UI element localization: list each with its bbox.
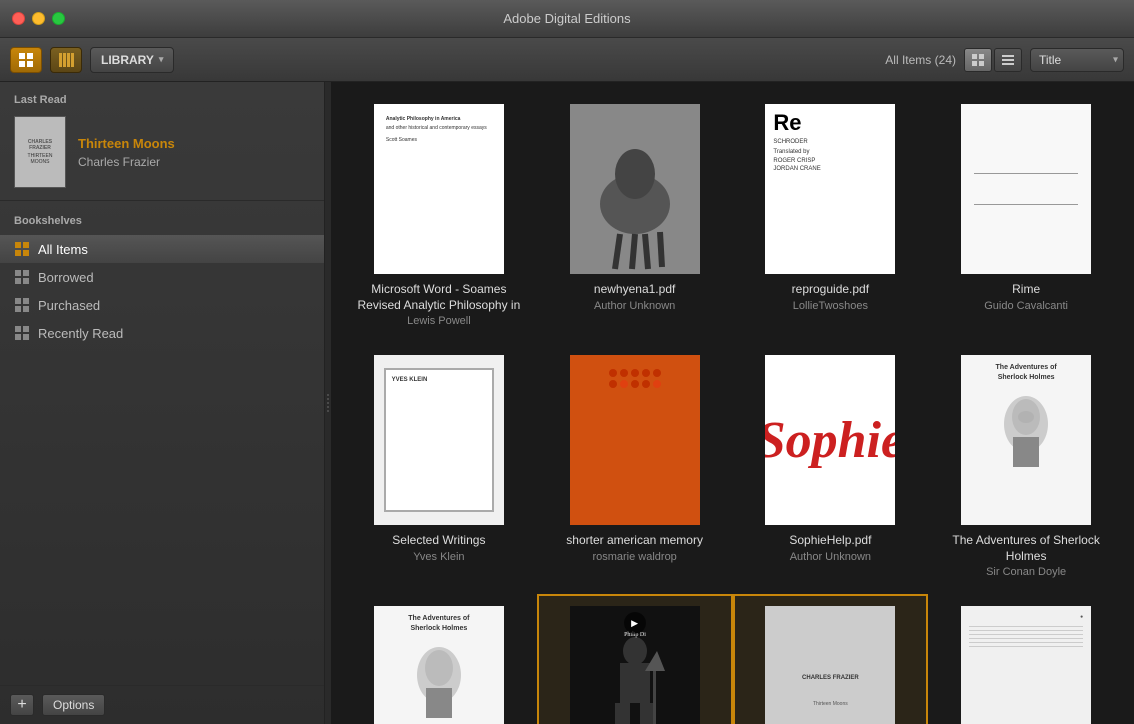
purchased-label: Purchased (38, 298, 100, 313)
book-cover (570, 104, 700, 274)
title-bar: Adobe Digital Editions (0, 0, 1134, 38)
book-cover: Re SCHRODER Translated by ROGER CRISP JO… (765, 104, 895, 274)
book-author: Yves Klein (413, 551, 464, 563)
book-author: Guido Cavalcanti (984, 300, 1068, 312)
list-icon (1001, 53, 1015, 67)
bookshelves-title: Bookshelves (0, 211, 324, 235)
sort-select[interactable]: Title Author Date Added Date Read (1030, 48, 1124, 72)
add-button[interactable]: + (10, 694, 34, 716)
library-button[interactable]: LIBRARY ▾ (90, 47, 174, 73)
last-read-title: Last Read (14, 94, 310, 106)
book-cover: The Adventures of Sherlock Holmes (961, 355, 1091, 525)
book-item[interactable]: newhyena1.pdf Author Unknown (537, 92, 733, 343)
sidebar-item-borrowed[interactable]: Borrowed (0, 263, 324, 291)
book-cover: The Adventures of Sherlock Holmes (374, 606, 504, 724)
recently-read-icon (14, 325, 30, 341)
resize-dot (327, 410, 329, 412)
last-read-section: Last Read CHARLES FRAZIER THIRTEEN MOONS… (0, 82, 324, 201)
content-area[interactable]: Analytic Philosophy in America and other… (331, 82, 1134, 724)
traffic-lights[interactable] (12, 12, 65, 25)
sidebar-bottom: + Options (0, 685, 324, 724)
last-read-info: Thirteen Moons Charles Frazier (78, 136, 175, 169)
book-cover: CHARLES FRAZIER Thirteen Moons (765, 606, 895, 724)
book-item[interactable]: ● Title Unknown Author Unknown (928, 594, 1124, 724)
book-title: SophieHelp.pdf (789, 533, 871, 549)
main-layout: Last Read CHARLES FRAZIER THIRTEEN MOONS… (0, 82, 1134, 724)
bookcase-icon (58, 52, 74, 68)
book-title: Microsoft Word - Soames Revised Analytic… (351, 282, 527, 313)
grid-view-button[interactable] (10, 47, 42, 73)
philip-dick-cover: Philip Di (585, 621, 685, 724)
book-author: Sir Conan Doyle (986, 566, 1066, 578)
book-item[interactable]: ▶ (537, 594, 733, 724)
all-items-label: All Items (38, 242, 88, 257)
book-author: LollieTwoshoes (793, 300, 868, 312)
thumbnail-view-button[interactable] (964, 48, 992, 72)
view-toggle (964, 48, 1022, 72)
close-button[interactable] (12, 12, 25, 25)
last-read-author: Charles Frazier (78, 155, 175, 169)
sidebar: Last Read CHARLES FRAZIER THIRTEEN MOONS… (0, 82, 325, 724)
book-item[interactable]: The Adventures of Sherlock Holmes The Ad… (928, 343, 1124, 594)
resize-dot (327, 398, 329, 400)
last-read-item[interactable]: CHARLES FRAZIER THIRTEEN MOONS Thirteen … (14, 116, 310, 188)
options-button[interactable]: Options (42, 694, 105, 716)
book-cover: ▶ (570, 606, 700, 724)
grid-icon (18, 52, 34, 68)
sidebar-item-recently-read[interactable]: Recently Read (0, 319, 324, 347)
last-read-book-title: Thirteen Moons (78, 136, 175, 151)
book-item[interactable]: CHARLES FRAZIER Thirteen Moons Thirteen … (733, 594, 929, 724)
resize-dot (327, 406, 329, 408)
book-cover: Analytic Philosophy in America and other… (374, 104, 504, 274)
sidebar-item-purchased[interactable]: Purchased (0, 291, 324, 319)
purchased-icon (14, 297, 30, 313)
book-item[interactable]: Analytic Philosophy in America and other… (341, 92, 537, 343)
thumbnail-icon (971, 53, 985, 67)
book-title: The Adventures of Sherlock Holmes (938, 533, 1114, 564)
minimize-button[interactable] (32, 12, 45, 25)
resize-dot (327, 402, 329, 404)
book-grid: Analytic Philosophy in America and other… (341, 92, 1124, 724)
book-item[interactable]: Re SCHRODER Translated by ROGER CRISP JO… (733, 92, 929, 343)
book-author: Author Unknown (594, 300, 675, 312)
list-view-button[interactable] (994, 48, 1022, 72)
recently-read-label: Recently Read (38, 326, 123, 341)
book-cover: YVES KLEIN (374, 355, 504, 525)
book-item[interactable]: YVES KLEIN Selected Writings Yves Klein (341, 343, 537, 594)
bookcase-view-button[interactable] (50, 47, 82, 73)
bookshelves-section: Bookshelves All Items (0, 201, 324, 357)
book-item[interactable]: Sophie SophieHelp.pdf Author Unknown (733, 343, 929, 594)
book-cover (570, 355, 700, 525)
all-items-icon (14, 241, 30, 257)
borrowed-icon (14, 269, 30, 285)
book-cover: Sophie (765, 355, 895, 525)
window-title: Adobe Digital Editions (503, 11, 630, 26)
book-item[interactable]: shorter american memory rosmarie waldrop (537, 343, 733, 594)
resize-dot (327, 394, 329, 396)
holmes-portrait-2 (404, 640, 474, 720)
holmes-portrait (991, 389, 1061, 469)
book-cover (961, 104, 1091, 274)
book-title: shorter american memory (566, 533, 703, 549)
book-title: newhyena1.pdf (594, 282, 675, 298)
sort-wrapper[interactable]: Title Author Date Added Date Read (1030, 48, 1124, 72)
book-title: Rime (1012, 282, 1040, 298)
book-author: rosmarie waldrop (592, 551, 676, 563)
toolbar: LIBRARY ▾ All Items (24) Title Author Da… (0, 38, 1134, 82)
all-items-label: All Items (24) (885, 53, 956, 67)
photo-horse-svg (570, 104, 700, 274)
chevron-down-icon: ▾ (159, 54, 164, 65)
book-author: Lewis Powell (407, 315, 471, 327)
borrowed-label: Borrowed (38, 270, 94, 285)
book-author: Author Unknown (790, 551, 871, 563)
book-item[interactable]: The Adventures of Sherlock Holmes The Ad… (341, 594, 537, 724)
book-title: Selected Writings (392, 533, 485, 549)
sidebar-item-all-items[interactable]: All Items (0, 235, 324, 263)
library-label: LIBRARY (101, 53, 154, 67)
last-read-thumbnail: CHARLES FRAZIER THIRTEEN MOONS (14, 116, 66, 188)
maximize-button[interactable] (52, 12, 65, 25)
book-title: reproguide.pdf (792, 282, 869, 298)
book-item[interactable]: Rime Guido Cavalcanti (928, 92, 1124, 343)
book-cover: ● (961, 606, 1091, 724)
